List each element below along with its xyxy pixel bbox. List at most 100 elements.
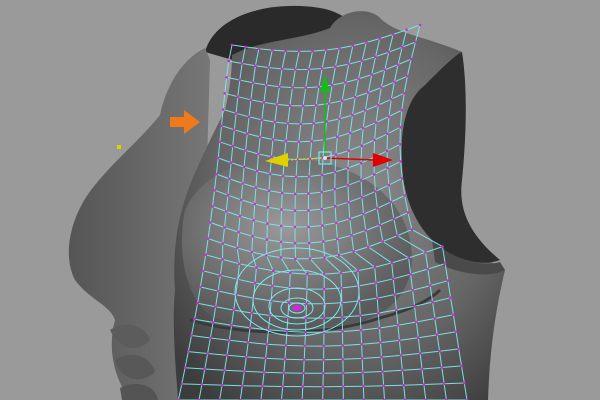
mesh-vertex[interactable]	[338, 46, 341, 50]
mesh-vertex[interactable]	[321, 385, 325, 389]
mesh-vertex[interactable]	[417, 336, 420, 340]
mesh-vertex[interactable]	[399, 126, 402, 129]
mesh-vertex[interactable]	[400, 45, 404, 49]
mesh-vertex[interactable]	[301, 104, 305, 108]
mesh-vertex[interactable]	[322, 344, 326, 348]
mesh-vertex[interactable]	[413, 304, 416, 308]
mesh-vertex[interactable]	[284, 49, 288, 53]
mesh-vertex[interactable]	[226, 193, 230, 197]
mesh-vertex[interactable]	[340, 286, 343, 290]
mesh-vertex[interactable]	[230, 43, 234, 47]
mesh-vertex[interactable]	[305, 272, 309, 276]
mesh-vertex[interactable]	[240, 198, 243, 202]
mesh-vertex[interactable]	[311, 49, 314, 53]
mesh-vertex[interactable]	[246, 341, 250, 344]
mesh-vertex[interactable]	[350, 234, 353, 237]
mesh-vertex[interactable]	[428, 284, 432, 287]
mesh-vertex[interactable]	[227, 59, 230, 63]
mesh-vertex[interactable]	[344, 81, 347, 84]
mesh-vertex[interactable]	[341, 358, 345, 361]
mesh-vertex[interactable]	[341, 344, 345, 347]
mesh-vertex[interactable]	[403, 194, 407, 197]
mesh-vertex[interactable]	[236, 95, 240, 98]
mesh-vertex[interactable]	[279, 224, 283, 228]
mesh-vertex[interactable]	[374, 55, 377, 58]
mesh-vertex[interactable]	[441, 245, 444, 248]
mesh-vertex[interactable]	[359, 328, 363, 332]
mesh-vertex[interactable]	[302, 371, 305, 375]
mesh-vertex[interactable]	[252, 218, 255, 222]
mesh-vertex[interactable]	[250, 250, 254, 254]
mesh-vertex[interactable]	[333, 204, 337, 208]
mesh-vertex[interactable]	[238, 262, 241, 266]
mesh-vertex[interactable]	[351, 44, 355, 47]
mesh-vertex[interactable]	[407, 256, 410, 260]
mesh-vertex[interactable]	[364, 229, 368, 232]
mesh-vertex[interactable]	[193, 318, 196, 321]
mesh-vertex[interactable]	[347, 200, 350, 204]
mesh-vertex[interactable]	[457, 347, 461, 351]
mesh-vertex[interactable]	[251, 235, 254, 238]
mesh-vertex[interactable]	[265, 238, 269, 241]
mesh-vertex[interactable]	[341, 385, 345, 388]
mesh-vertex[interactable]	[204, 253, 207, 257]
mesh-vertex[interactable]	[393, 293, 397, 296]
viewport-canvas[interactable]	[0, 0, 600, 400]
mesh-vertex[interactable]	[341, 371, 345, 375]
mesh-vertex[interactable]	[398, 339, 401, 342]
mesh-vertex[interactable]	[373, 138, 376, 142]
mesh-vertex[interactable]	[356, 269, 360, 272]
mesh-vertex[interactable]	[231, 144, 234, 148]
mesh-vertex[interactable]	[377, 311, 380, 315]
mesh-vertex[interactable]	[312, 122, 316, 125]
mesh-vertex[interactable]	[446, 279, 450, 283]
mesh-vertex[interactable]	[288, 104, 292, 107]
mesh-vertex[interactable]	[254, 186, 258, 189]
mesh-vertex[interactable]	[365, 41, 368, 44]
mesh-vertex[interactable]	[307, 192, 310, 195]
mesh-vertex[interactable]	[385, 149, 389, 153]
mesh-vertex[interactable]	[379, 341, 382, 344]
mesh-vertex[interactable]	[218, 140, 222, 144]
mesh-vertex[interactable]	[294, 175, 298, 179]
mesh-vertex[interactable]	[285, 330, 289, 333]
mesh-vertex[interactable]	[307, 68, 311, 71]
mesh-vertex[interactable]	[454, 330, 458, 334]
mesh-vertex[interactable]	[251, 81, 255, 85]
mesh-vertex[interactable]	[440, 366, 444, 369]
mesh-vertex[interactable]	[321, 224, 324, 227]
mesh-vertex[interactable]	[336, 135, 339, 139]
mesh-vertex[interactable]	[362, 384, 365, 388]
mesh-vertex[interactable]	[357, 77, 360, 81]
mesh-vertex[interactable]	[314, 103, 318, 107]
mesh-vertex[interactable]	[242, 165, 246, 169]
mesh-vertex[interactable]	[284, 139, 288, 143]
mesh-vertex[interactable]	[270, 155, 273, 159]
mesh-vertex[interactable]	[402, 383, 406, 387]
mesh-vertex[interactable]	[249, 98, 253, 102]
mesh-vertex[interactable]	[284, 344, 288, 347]
mesh-vertex[interactable]	[322, 372, 325, 375]
mesh-vertex[interactable]	[364, 109, 367, 112]
mesh-vertex[interactable]	[422, 383, 426, 386]
mesh-vertex[interactable]	[216, 156, 220, 160]
mesh-vertex[interactable]	[262, 370, 266, 374]
mesh-vertex[interactable]	[200, 383, 204, 386]
mesh-vertex[interactable]	[333, 188, 337, 191]
mesh-vertex[interactable]	[230, 324, 233, 327]
mesh-vertex[interactable]	[380, 86, 383, 89]
mesh-vertex[interactable]	[301, 385, 305, 388]
mesh-vertex[interactable]	[336, 237, 339, 241]
mesh-vertex[interactable]	[257, 47, 261, 50]
mesh-vertex[interactable]	[340, 99, 344, 102]
mesh-vertex[interactable]	[238, 78, 242, 82]
mesh-vertex[interactable]	[282, 371, 286, 375]
mesh-vertex[interactable]	[220, 383, 224, 387]
mesh-vertex[interactable]	[297, 140, 301, 144]
mesh-vertex[interactable]	[381, 240, 385, 243]
mesh-vertex[interactable]	[271, 48, 274, 52]
mesh-vertex[interactable]	[216, 289, 220, 293]
mesh-vertex[interactable]	[307, 241, 311, 245]
mesh-vertex[interactable]	[418, 352, 422, 355]
mesh-vertex[interactable]	[281, 174, 285, 178]
